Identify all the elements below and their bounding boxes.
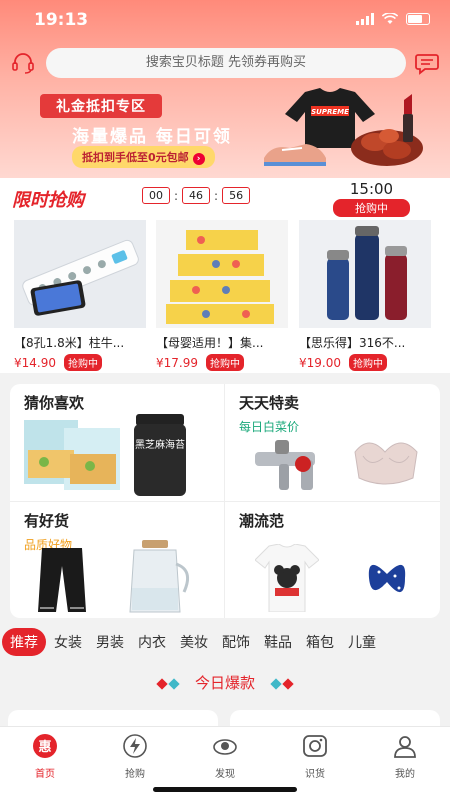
category-tab[interactable]: 推荐 xyxy=(2,628,46,656)
timer-hours: 00 xyxy=(142,187,170,204)
countdown-timer: 00 : 46 : 56 xyxy=(142,187,251,204)
camera-icon xyxy=(303,735,327,757)
panel-subtitle: 每日白菜价 xyxy=(239,420,300,434)
flash-sale-title: 限时抢购 xyxy=(12,190,84,211)
message-icon[interactable] xyxy=(414,50,440,76)
panel-title: 天天特卖 xyxy=(239,394,300,412)
jar-label: 黑芝麻海苔 xyxy=(135,438,185,451)
tab-scan-goods[interactable]: 识货 xyxy=(285,733,345,780)
svg-text:惠: 惠 xyxy=(38,739,51,755)
category-tab[interactable]: 男装 xyxy=(90,628,130,656)
flash-item-card[interactable]: 【8孔1.8米】柱牛... ¥14.90 抢购中 xyxy=(14,220,148,371)
session-time: 15:00 xyxy=(349,180,394,198)
trendy-panel[interactable]: 潮流范 xyxy=(225,502,439,618)
panel-title: 猜你喜欢 xyxy=(24,394,85,412)
thermos-image xyxy=(299,220,431,328)
bra-image xyxy=(354,442,418,485)
shirt-logo-text: SUPREME xyxy=(311,108,349,116)
tab-label: 抢购 xyxy=(125,769,145,780)
category-tab[interactable]: 儿童 xyxy=(342,628,382,656)
tab-label: 识货 xyxy=(305,769,325,780)
today-hot-heading: 今日爆款 xyxy=(0,672,450,693)
flash-sale-icon xyxy=(123,734,147,758)
category-tabs: 推荐 女装 男装 内衣 美妆 配饰 鞋品 箱包 儿童 xyxy=(0,627,450,657)
category-tab[interactable]: 鞋品 xyxy=(258,628,298,656)
category-tab[interactable]: 女装 xyxy=(48,628,88,656)
timer-colon: : xyxy=(214,188,219,203)
customer-service-icon[interactable] xyxy=(10,50,36,76)
wifi-icon xyxy=(382,13,398,24)
panel-title: 有好货 xyxy=(24,512,70,530)
profile-icon xyxy=(394,736,416,758)
flash-item-name: 【思乐得】316不... xyxy=(299,336,406,350)
panel-title: 潮流范 xyxy=(239,512,285,530)
session-status: 抢购中 xyxy=(333,199,410,217)
tab-label: 我的 xyxy=(395,769,415,780)
category-tab[interactable]: 美妆 xyxy=(174,628,214,656)
flash-item-name: 【母婴适用！】集... xyxy=(156,336,264,350)
status-time: 19:13 xyxy=(34,10,89,30)
chevron-right-icon: › xyxy=(192,153,205,165)
flash-item-card[interactable]: 【母婴适用！】集... ¥17.99 抢购中 xyxy=(156,220,290,371)
pants-image xyxy=(38,548,86,612)
today-hot-label: 今日爆款 xyxy=(194,674,255,692)
flash-item-price: ¥14.90 xyxy=(14,355,56,370)
search-row: 搜索宝贝标题 先领券再购买 xyxy=(0,48,450,78)
timer-colon: : xyxy=(174,188,179,203)
flash-item-price: ¥19.00 xyxy=(299,355,341,370)
battery-icon xyxy=(406,13,430,25)
daily-special-panel[interactable]: 天天特卖 每日白菜价 xyxy=(225,384,439,500)
tab-home[interactable]: 惠 首页 xyxy=(15,733,75,780)
tab-flash-sale[interactable]: 抢购 xyxy=(105,733,165,780)
banner-button-label: 抵扣到手低至0元包邮 xyxy=(82,151,189,164)
flash-item-tag: 抢购中 xyxy=(206,354,244,371)
banner-button[interactable]: 抵扣到手低至0元包邮 › xyxy=(72,146,215,168)
home-icon: 惠 xyxy=(33,734,57,758)
flash-item-card[interactable]: 【思乐得】316不... ¥19.00 抢购中 xyxy=(299,220,433,371)
bottom-tab-bar: 惠 首页 抢购 发现 识货 我的 xyxy=(0,726,450,800)
promo-banner[interactable]: 礼金抵扣专区 海量爆品 每日可领 抵扣到手低至0元包邮 › SUPREME xyxy=(0,88,450,174)
banner-slogan: 海量爆品 每日可领 xyxy=(72,127,232,147)
guess-you-like-panel[interactable]: 猜你喜欢 黑芝麻海苔 xyxy=(10,384,224,500)
diamond-icon xyxy=(168,677,180,690)
category-tab[interactable]: 内衣 xyxy=(132,628,172,656)
home-indicator xyxy=(153,787,297,792)
snack-box-image xyxy=(24,420,120,490)
signal-icon xyxy=(356,13,374,25)
category-tab[interactable]: 箱包 xyxy=(300,628,340,656)
session-tab[interactable]: 15:00 抢购中 xyxy=(333,180,410,217)
search-input[interactable]: 搜索宝贝标题 先领券再购买 xyxy=(46,48,406,78)
flash-item-name: 【8孔1.8米】柱牛... xyxy=(14,336,125,350)
timer-seconds: 56 xyxy=(222,187,251,204)
tab-label: 首页 xyxy=(35,769,55,780)
faucet-image xyxy=(255,440,315,490)
flash-item-tag: 抢购中 xyxy=(349,354,387,371)
sneaker-image xyxy=(264,144,326,166)
feature-grid: 猜你喜欢 黑芝麻海苔 天天特卖 每日白菜价 有好货 品质好物 潮流范 xyxy=(10,384,440,618)
diamond-icon xyxy=(270,677,282,690)
tab-label: 发现 xyxy=(215,769,235,780)
tshirt-image xyxy=(255,544,319,612)
timer-minutes: 46 xyxy=(182,187,211,204)
diamond-icon xyxy=(282,677,294,690)
diamond-icon xyxy=(156,677,168,690)
tissue-box-image xyxy=(156,220,288,328)
flash-item-tag: 抢购中 xyxy=(64,354,102,371)
glass-pitcher-image xyxy=(129,540,190,613)
lipstick-image xyxy=(403,94,413,142)
tab-discover[interactable]: 发现 xyxy=(195,733,255,780)
status-icons xyxy=(356,13,430,25)
category-tab[interactable]: 配饰 xyxy=(216,628,256,656)
scrunchie-image xyxy=(368,564,406,593)
status-bar: 19:13 xyxy=(0,0,450,40)
power-strip-image xyxy=(14,220,146,328)
flash-item-price: ¥17.99 xyxy=(156,355,198,370)
discover-icon xyxy=(213,739,237,755)
banner-tag: 礼金抵扣专区 xyxy=(40,94,162,118)
seaweed-jar-image: 黑芝麻海苔 xyxy=(134,414,186,496)
good-stuff-panel[interactable]: 有好货 品质好物 xyxy=(10,502,224,618)
flash-sale-section: 限时抢购 00 : 46 : 56 15:00 抢购中 【8孔1.8米】柱牛..… xyxy=(0,178,450,373)
tab-profile[interactable]: 我的 xyxy=(375,733,435,780)
